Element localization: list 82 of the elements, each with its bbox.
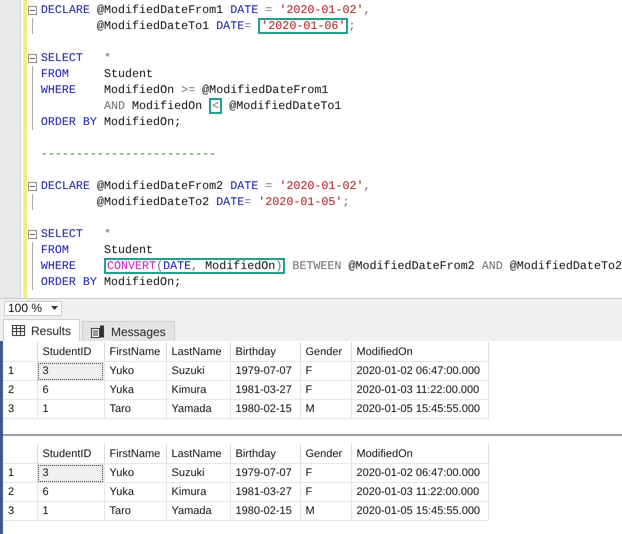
corner-cell bbox=[3, 444, 37, 464]
column-header[interactable]: Birthday bbox=[230, 342, 300, 362]
collapse-icon[interactable] bbox=[28, 54, 38, 62]
column-header[interactable]: StudentID bbox=[37, 342, 104, 362]
column-header[interactable]: FirstName bbox=[104, 444, 166, 464]
table-cell[interactable]: 3 bbox=[37, 362, 104, 380]
table-cell[interactable]: 2020-01-02 06:47:00.000 bbox=[351, 464, 488, 482]
highlight-frame: < bbox=[209, 98, 222, 114]
table-cell[interactable]: Kimura bbox=[166, 380, 230, 400]
table-cell[interactable]: Yamada bbox=[166, 502, 230, 520]
grid-icon bbox=[12, 325, 25, 336]
table-cell[interactable]: Yuko bbox=[104, 464, 166, 482]
table-cell[interactable]: 3 bbox=[37, 464, 104, 482]
column-header[interactable]: StudentID bbox=[37, 444, 104, 464]
table-cell[interactable]: Suzuki bbox=[166, 464, 230, 482]
code-line: FROM Student bbox=[40, 243, 154, 257]
row-number[interactable]: 2 bbox=[3, 482, 37, 502]
row-number[interactable]: 3 bbox=[3, 400, 37, 418]
table-cell[interactable]: 2020-01-05 15:45:55.000 bbox=[351, 502, 488, 520]
row-number[interactable]: 2 bbox=[3, 380, 37, 400]
table-cell[interactable]: M bbox=[300, 502, 351, 520]
collapse-icon[interactable] bbox=[28, 6, 38, 14]
row-number[interactable]: 1 bbox=[3, 362, 37, 380]
table-cell[interactable]: 2020-01-05 15:45:55.000 bbox=[351, 400, 488, 418]
table-cell[interactable]: Yuka bbox=[104, 482, 166, 502]
row-number[interactable]: 1 bbox=[3, 464, 37, 482]
caret-icon bbox=[51, 306, 58, 310]
table-cell[interactable]: M bbox=[300, 400, 351, 418]
column-header[interactable]: LastName bbox=[166, 342, 230, 362]
table-cell[interactable]: Yuko bbox=[104, 362, 166, 380]
table-cell[interactable]: 6 bbox=[37, 380, 104, 400]
code-line: SELECT * bbox=[40, 51, 111, 65]
code-line: ORDER BY ModifiedOn; bbox=[40, 275, 182, 289]
column-header[interactable]: FirstName bbox=[104, 342, 166, 362]
table-cell[interactable]: F bbox=[300, 362, 351, 380]
table-cell[interactable]: Yuka bbox=[104, 380, 166, 400]
column-header[interactable]: Birthday bbox=[230, 444, 300, 464]
table-cell[interactable]: 1 bbox=[37, 502, 104, 520]
code-line: DECLARE @ModifiedDateFrom1 DATE = '2020-01-02', bbox=[40, 3, 371, 17]
table-cell[interactable]: F bbox=[300, 380, 351, 400]
code-line: DECLARE @ModifiedDateFrom2 DATE = '2020-01-02', bbox=[40, 179, 371, 193]
table-cell[interactable]: 2020-01-03 11:22:00.000 bbox=[351, 380, 488, 400]
code-line: @ModifiedDateTo2 DATE= '2020-01-05'; bbox=[96, 195, 350, 209]
row-number[interactable]: 3 bbox=[3, 502, 37, 520]
table-cell[interactable]: 1981-03-27 bbox=[230, 380, 300, 400]
code-line: FROM Student bbox=[40, 67, 154, 81]
code-line: WHERE ModifiedOn >= @ModifiedDateFrom1 bbox=[40, 83, 328, 97]
code-line: ORDER BY ModifiedOn; bbox=[40, 115, 182, 129]
document-icon bbox=[91, 325, 106, 338]
table-cell[interactable]: 1979-07-07 bbox=[230, 464, 300, 482]
table-cell[interactable]: 2020-01-02 06:47:00.000 bbox=[351, 362, 488, 380]
code-line: ------------------------- bbox=[40, 147, 216, 161]
table-cell[interactable]: F bbox=[300, 464, 351, 482]
column-header[interactable]: Gender bbox=[300, 444, 351, 464]
highlight-frame: '2020-01-06' bbox=[258, 18, 348, 34]
table-cell[interactable]: 6 bbox=[37, 482, 104, 502]
table-cell[interactable]: Taro bbox=[104, 502, 166, 520]
code-line: SELECT * bbox=[40, 227, 111, 241]
results-tab[interactable]: Results bbox=[3, 319, 80, 341]
highlight-frame: CONVERT(DATE, ModifiedOn) bbox=[104, 258, 286, 274]
results-tab[interactable]: Messages bbox=[82, 321, 175, 341]
column-header[interactable]: ModifiedOn bbox=[351, 444, 488, 464]
code-line: AND ModifiedOn < @ModifiedDateTo1 bbox=[102, 98, 342, 114]
table-cell[interactable]: 1980-02-15 bbox=[230, 502, 300, 520]
collapse-icon[interactable] bbox=[28, 230, 38, 238]
table-cell[interactable]: Kimura bbox=[166, 482, 230, 502]
table-cell[interactable]: Yamada bbox=[166, 400, 230, 418]
table-cell[interactable]: 1979-07-07 bbox=[230, 362, 300, 380]
code-line: WHERE CONVERT(DATE, ModifiedOn) BETWEEN @ModifiedDateFrom2 AND @ModifiedDateTo2 bbox=[40, 258, 622, 274]
zoom-dropdown[interactable]: 100 % bbox=[4, 300, 62, 316]
table-cell[interactable]: 1980-02-15 bbox=[230, 400, 300, 418]
code-line: @ModifiedDateTo1 DATE= '2020-01-06' ; bbox=[96, 18, 356, 34]
table-cell[interactable]: Taro bbox=[104, 400, 166, 418]
column-header[interactable]: ModifiedOn bbox=[351, 342, 488, 362]
table-cell[interactable]: F bbox=[300, 482, 351, 502]
table-cell[interactable]: 1981-03-27 bbox=[230, 482, 300, 502]
column-header[interactable]: LastName bbox=[166, 444, 230, 464]
table-cell[interactable]: 2020-01-03 11:22:00.000 bbox=[351, 482, 488, 502]
table-cell[interactable]: Suzuki bbox=[166, 362, 230, 380]
table-cell[interactable]: 1 bbox=[37, 400, 104, 418]
collapse-icon[interactable] bbox=[28, 182, 38, 190]
column-header[interactable]: Gender bbox=[300, 342, 351, 362]
